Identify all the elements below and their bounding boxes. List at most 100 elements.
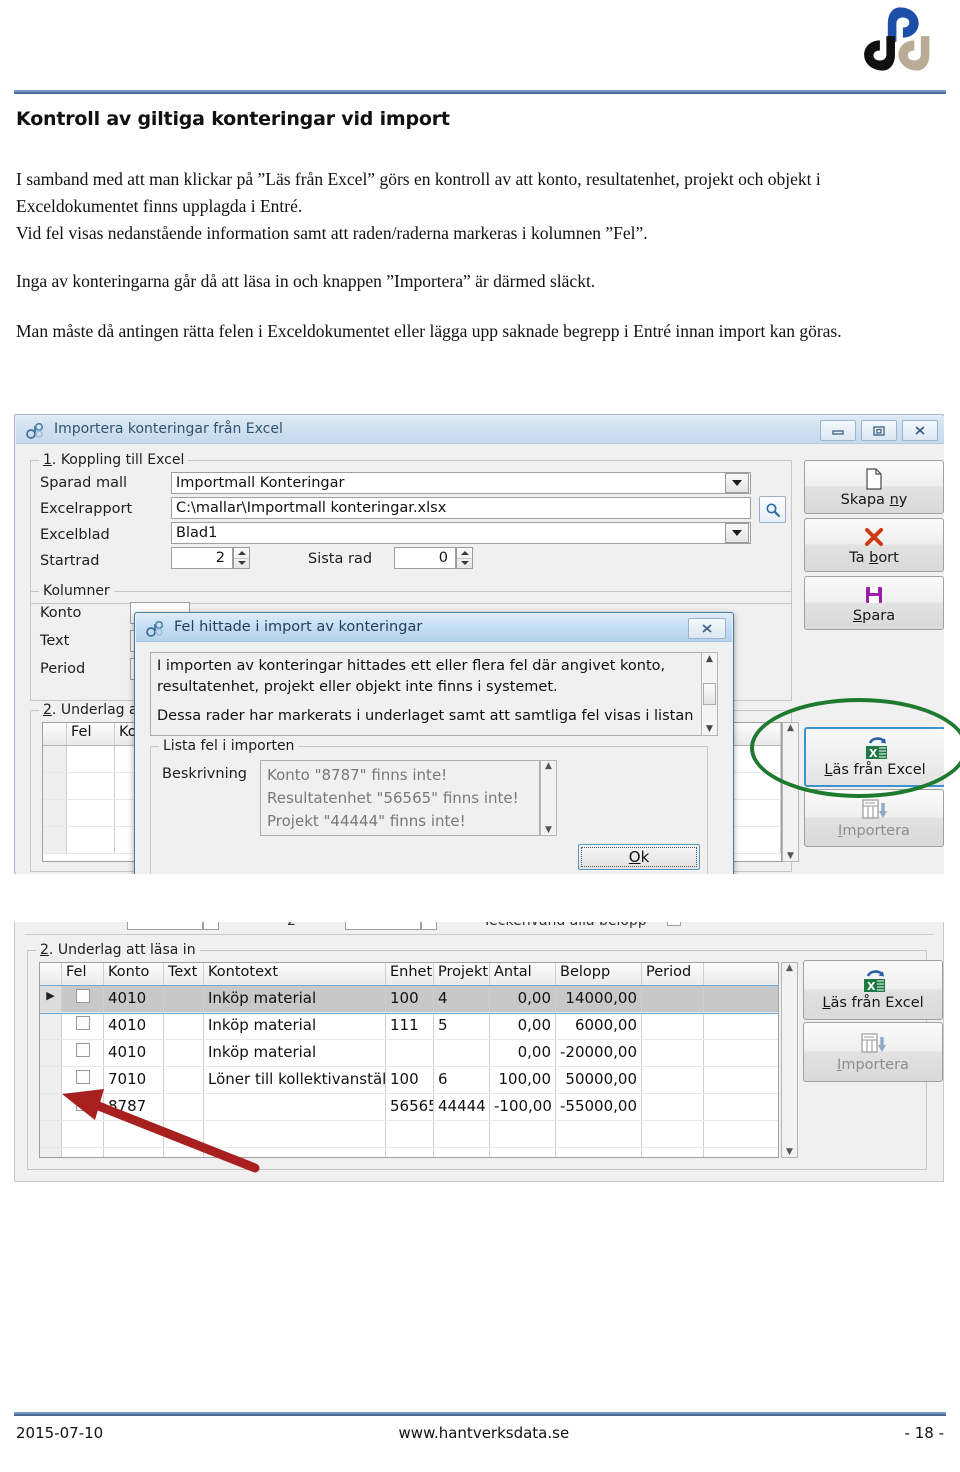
startrad-stepper[interactable]: [233, 547, 250, 569]
col-kontotext[interactable]: Kontotext: [204, 963, 386, 985]
table-row-empty[interactable]: [40, 1121, 778, 1148]
table-row[interactable]: 4010 Inköp material 111 5 0,00 6000,00: [40, 1013, 778, 1040]
cell-period: [642, 1040, 704, 1066]
table-row-empty[interactable]: [40, 1148, 778, 1157]
col-fel[interactable]: Fel: [62, 963, 104, 985]
sista-rad-stepper[interactable]: [456, 547, 473, 569]
scroll-down-icon[interactable]: ▼: [545, 825, 552, 835]
underlag-table-scrollbar-2[interactable]: ▲ ▼: [781, 962, 798, 1158]
error-dialog-body: I importen av konteringar hittades ett e…: [136, 642, 732, 874]
cell-enhet: 100: [386, 1067, 434, 1093]
error-dialog: Fel hittade i import av konteringar I im…: [134, 612, 734, 874]
close-button[interactable]: [902, 420, 938, 441]
import-window-titlebar: Importera konteringar från Excel: [16, 416, 944, 444]
page-footer: 2015-07-10 www.hantverksdata.se - 18 -: [16, 1424, 944, 1442]
importera-label-2: Importera: [837, 1056, 909, 1073]
cell-text: [164, 1094, 204, 1120]
table-row[interactable]: ▶ 4010 Inköp material 100 4 0,00 14000,0…: [40, 985, 778, 1014]
error-message-line-3: Dessa rader har markerats i underlaget s…: [157, 708, 694, 724]
fel-checkbox[interactable]: [75, 1094, 90, 1111]
clipped-stepper-a[interactable]: [203, 922, 219, 930]
scroll-down-icon[interactable]: ▼: [787, 851, 794, 861]
ta-bort-label: Ta bort: [849, 549, 899, 566]
table-row[interactable]: 7010 Löner till kollektivanställda 100 6…: [40, 1067, 778, 1094]
error-message-scrollbar[interactable]: ▲ ▼: [701, 652, 718, 736]
stepper-down-icon: [460, 561, 469, 566]
cell-konto: 4010: [104, 1040, 164, 1066]
label-startrad: Startrad: [40, 553, 100, 569]
cell-antal: 0,00: [490, 1040, 556, 1066]
cell-belopp: 14000,00: [556, 986, 642, 1012]
error-list[interactable]: Konto "8787" finns inte! Resultatenhet "…: [260, 760, 540, 836]
error-dialog-close-button[interactable]: [688, 618, 726, 639]
table-row[interactable]: 4010 Inköp material 0,00 -20000,00: [40, 1040, 778, 1067]
spara-button[interactable]: Spara: [804, 576, 944, 630]
ta-bort-button[interactable]: Ta bort: [804, 518, 944, 572]
window-app-icon: [26, 422, 48, 439]
list-item[interactable]: Konto "8787" finns inte!: [267, 764, 533, 787]
cell-fel[interactable]: [62, 1067, 104, 1093]
cell-antal: 0,00: [490, 986, 556, 1012]
clipped-input-b[interactable]: [345, 922, 421, 930]
cell-projekt: 44444: [434, 1094, 490, 1120]
sista-rad-input[interactable]: 0: [394, 547, 456, 569]
import-window: Importera konteringar från Excel 1. Kopp…: [14, 414, 944, 874]
scroll-down-icon[interactable]: ▼: [702, 724, 717, 734]
col-period[interactable]: Period: [642, 963, 704, 985]
chevron-down-icon: [732, 530, 742, 536]
cell-projekt: [434, 1040, 490, 1066]
list-item[interactable]: Projekt "44444" finns inte!: [267, 810, 533, 833]
fel-checkbox[interactable]: [75, 989, 90, 1003]
cell-fel[interactable]: [62, 1013, 104, 1039]
cell-belopp: -20000,00: [556, 1040, 642, 1066]
col-projekt[interactable]: Projekt: [434, 963, 490, 985]
scroll-down-icon[interactable]: ▼: [786, 1147, 793, 1157]
label-kolumn-period: Period: [40, 661, 86, 677]
ok-button[interactable]: Ok: [578, 844, 700, 870]
clipped-stepper-b[interactable]: [421, 922, 437, 930]
browse-file-button[interactable]: [759, 496, 786, 523]
table-row[interactable]: 8787 56565 44444 -100,00 -55000,00: [40, 1094, 778, 1121]
cell-fel[interactable]: [62, 1094, 104, 1120]
error-dialog-title: Fel hittade i import av konteringar: [174, 619, 423, 635]
las-fran-excel-button-2[interactable]: X Läs från Excel: [803, 960, 943, 1020]
scroll-up-icon[interactable]: ▲: [786, 963, 793, 973]
label-excelrapport: Excelrapport: [40, 501, 133, 517]
col-enhet[interactable]: Enhet: [386, 963, 434, 985]
underlag-table[interactable]: Fel Konto Text Kontotext Enhet Projekt A…: [39, 962, 779, 1158]
cell-fel[interactable]: [62, 986, 104, 1012]
cell-fel[interactable]: [62, 1040, 104, 1066]
excelrapport-input[interactable]: C:\mallar\Importmall konteringar.xlsx: [171, 497, 751, 519]
label-sparad-mall: Sparad mall: [40, 475, 128, 491]
label-excelblad: Excelblad: [40, 527, 110, 543]
sparad-mall-input[interactable]: Importmall Konteringar: [171, 472, 751, 494]
cell-kontotext: Inköp material: [204, 986, 386, 1012]
list-item[interactable]: Resultatenhet "56565" finns inte!: [267, 787, 533, 810]
fel-checkbox[interactable]: [75, 1070, 90, 1084]
minimize-button[interactable]: [820, 420, 856, 441]
col-konto[interactable]: Konto: [104, 963, 164, 985]
error-list-scrollbar[interactable]: ▲ ▼: [540, 760, 557, 836]
cell-text: [164, 986, 204, 1012]
col-belopp[interactable]: Belopp: [556, 963, 642, 985]
scroll-up-icon[interactable]: ▲: [702, 654, 717, 664]
hantverksdata-logo: [864, 6, 936, 72]
error-message-line-2: resultatenhet, projekt eller objekt inte…: [157, 679, 558, 695]
fel-checkbox[interactable]: [75, 1016, 90, 1030]
cell-konto: 4010: [104, 1013, 164, 1039]
scroll-thumb[interactable]: [703, 683, 716, 705]
dialog-app-icon: [146, 620, 168, 637]
restore-button[interactable]: [861, 420, 897, 441]
clipped-input-a[interactable]: [127, 922, 203, 930]
excelblad-dropdown-arrow[interactable]: [725, 523, 749, 543]
excelblad-input[interactable]: Blad1: [171, 522, 751, 544]
cell-antal: 100,00: [490, 1067, 556, 1093]
sparad-mall-dropdown-arrow[interactable]: [725, 473, 749, 493]
fel-checkbox[interactable]: [75, 1043, 90, 1057]
skapa-ny-button[interactable]: Skapa ny: [804, 460, 944, 514]
startrad-input[interactable]: 2: [171, 547, 233, 569]
scroll-up-icon[interactable]: ▲: [545, 761, 552, 771]
col-text[interactable]: Text: [164, 963, 204, 985]
col-antal[interactable]: Antal: [490, 963, 556, 985]
teckenvand-checkbox[interactable]: [667, 922, 681, 926]
